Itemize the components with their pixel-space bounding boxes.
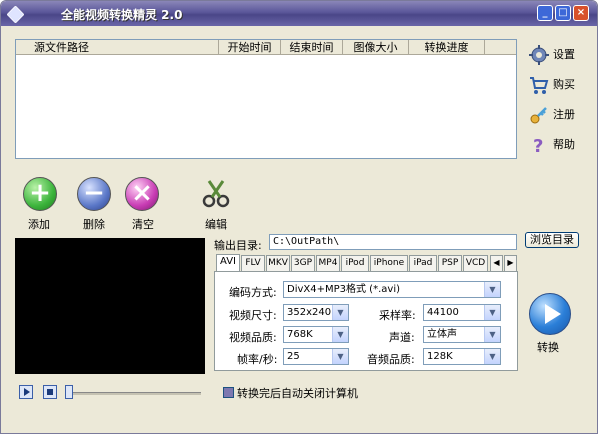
format-settings-panel: 编码方式: DivX4+MP3格式 (*.avi) ▼ 视频尺寸: 352x24… [214, 271, 518, 371]
convert-label: 转换 [537, 341, 559, 354]
tab-scroll-left-icon: ◀ [493, 258, 500, 267]
play-icon [24, 388, 30, 396]
shopping-cart-icon [530, 77, 549, 94]
browse-button[interactable]: 浏览目录 [525, 232, 579, 248]
samplerate-select[interactable]: 44100 ▼ [423, 304, 501, 321]
chevron-down-icon: ▼ [484, 327, 500, 342]
audio-quality-label: 音频品质: [367, 353, 415, 366]
tab-mp4[interactable]: MP4 [316, 255, 340, 271]
help-label: 帮助 [553, 138, 575, 151]
channel-select[interactable]: 立体声 ▼ [423, 326, 501, 343]
samplerate-value: 44100 [427, 307, 459, 318]
seek-slider-thumb[interactable] [65, 385, 73, 399]
title-bar[interactable]: 全能视频转换精灵 2.0 _ □ × [1, 1, 597, 26]
settings-label: 设置 [553, 48, 575, 61]
play-icon [545, 304, 561, 324]
audio-quality-select[interactable]: 128K ▼ [423, 348, 501, 365]
video-preview [15, 238, 205, 374]
seek-slider-track[interactable] [69, 392, 201, 395]
video-quality-label: 视频品质: [229, 331, 277, 344]
format-tabs: AVI FLV MKV 3GP MP4 iPod iPhone iPad PSP… [214, 254, 518, 272]
column-header-end-time[interactable]: 结束时间 [281, 40, 343, 55]
tab-3gp[interactable]: 3GP [291, 255, 315, 271]
buy-label: 购买 [553, 78, 575, 91]
chevron-down-icon: ▼ [484, 305, 500, 320]
scissors-icon [202, 180, 230, 208]
tab-avi[interactable]: AVI [216, 254, 240, 272]
tab-iphone[interactable]: iPhone [370, 255, 408, 271]
encoding-select[interactable]: DivX4+MP3格式 (*.avi) ▼ [283, 281, 501, 298]
gear-icon [529, 45, 549, 65]
fps-label: 帧率/秒: [237, 353, 278, 366]
chevron-down-icon: ▼ [332, 349, 348, 364]
tab-ipod[interactable]: iPod [341, 255, 369, 271]
video-size-select[interactable]: 352x240 ▼ [283, 304, 349, 321]
stop-icon [47, 389, 53, 395]
add-label: 添加 [28, 218, 50, 231]
app-window: 全能视频转换精灵 2.0 _ □ × 源文件路径 开始时间 结束时间 图像大小 … [0, 0, 598, 434]
edit-label: 编辑 [205, 218, 227, 231]
help-question-icon: ? [533, 136, 543, 155]
column-header-image-size[interactable]: 图像大小 [343, 40, 409, 55]
chevron-down-icon: ▼ [332, 327, 348, 342]
register-label: 注册 [553, 108, 575, 121]
column-header-source-path[interactable]: 源文件路径 [16, 40, 219, 55]
chevron-down-icon: ▼ [484, 349, 500, 364]
close-button[interactable]: × [573, 5, 589, 21]
clear-button[interactable]: × [125, 177, 159, 211]
fps-select[interactable]: 25 ▼ [283, 348, 349, 365]
app-icon [6, 5, 25, 24]
maximize-button[interactable]: □ [555, 5, 571, 21]
output-dir-label: 输出目录: [214, 239, 262, 252]
play-button[interactable] [19, 385, 33, 399]
convert-button[interactable] [529, 293, 571, 335]
delete-button[interactable]: − [77, 177, 111, 211]
tab-vcd[interactable]: VCD [463, 255, 488, 271]
column-header-progress[interactable]: 转换进度 [409, 40, 485, 55]
tab-mkv[interactable]: MKV [266, 255, 290, 271]
edit-button[interactable] [199, 177, 233, 211]
video-quality-value: 768K [287, 329, 313, 340]
tab-ipad[interactable]: iPad [409, 255, 437, 271]
window-title: 全能视频转换精灵 2.0 [61, 8, 183, 22]
minimize-button[interactable]: _ [537, 5, 553, 21]
chevron-down-icon: ▼ [332, 305, 348, 320]
file-list[interactable]: 源文件路径 开始时间 结束时间 图像大小 转换进度 [15, 39, 517, 159]
video-quality-select[interactable]: 768K ▼ [283, 326, 349, 343]
encoding-value: DivX4+MP3格式 (*.avi) [287, 284, 400, 295]
encoding-label: 编码方式: [229, 286, 277, 299]
tab-flv[interactable]: FLV [241, 255, 265, 271]
samplerate-label: 采样率: [379, 309, 416, 322]
clear-label: 清空 [132, 218, 154, 231]
stop-button[interactable] [43, 385, 57, 399]
channel-value: 立体声 [427, 329, 457, 340]
channel-label: 声道: [389, 331, 415, 344]
delete-label: 删除 [83, 218, 105, 231]
tab-scroll-right[interactable]: ▶ [504, 255, 517, 271]
column-header-filler [485, 40, 516, 55]
chevron-down-icon: ▼ [484, 282, 500, 297]
video-size-value: 352x240 [287, 307, 332, 318]
auto-shutdown-checkbox[interactable] [223, 387, 234, 398]
tab-scroll-left[interactable]: ◀ [490, 255, 503, 271]
tab-psp[interactable]: PSP [438, 255, 462, 271]
output-dir-input[interactable]: C:\OutPath\ [269, 234, 517, 250]
svg-text:?: ? [533, 136, 543, 155]
column-header-start-time[interactable]: 开始时间 [219, 40, 281, 55]
key-icon [530, 107, 547, 124]
fps-value: 25 [287, 351, 300, 362]
tab-scroll-right-icon: ▶ [507, 258, 514, 267]
add-button[interactable]: + [23, 177, 57, 211]
video-size-label: 视频尺寸: [229, 309, 277, 322]
audio-quality-value: 128K [427, 351, 453, 362]
auto-shutdown-label[interactable]: 转换完后自动关闭计算机 [237, 385, 358, 401]
